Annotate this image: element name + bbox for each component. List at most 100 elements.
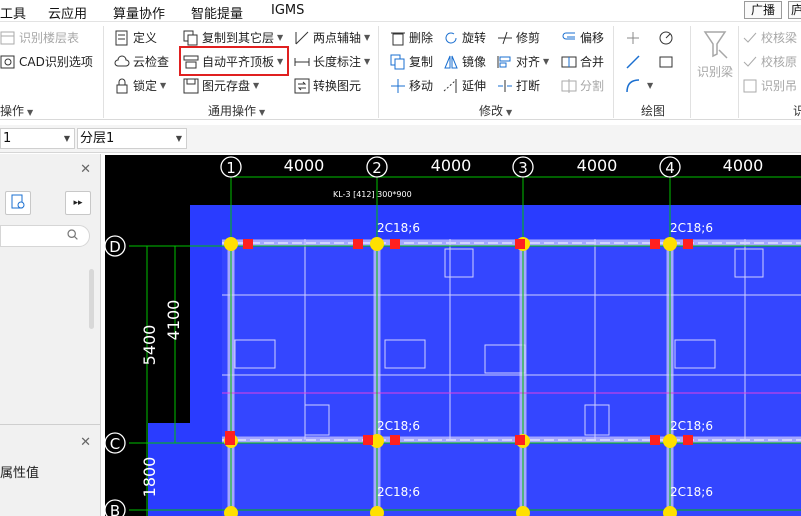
cad-options-button[interactable]: CAD识别选项 xyxy=(0,52,93,72)
break-button[interactable]: 打断 xyxy=(497,76,540,96)
menu-smart-extract[interactable]: 智能提量 xyxy=(191,3,243,22)
auto-flat-top-label: 自动平齐顶板 xyxy=(202,55,275,69)
auto-flat-top-button[interactable]: 自动平齐顶板 ▼ xyxy=(183,52,283,72)
verify-origin-button[interactable]: 校核原 xyxy=(742,52,797,72)
align-icon xyxy=(497,54,513,70)
search-input[interactable] xyxy=(0,225,90,247)
axis-icon xyxy=(294,30,310,46)
verify-beam-button[interactable]: 校核梁 xyxy=(742,28,797,48)
left-panel: ✕ ▸▸ ✕ 属性值 xyxy=(0,154,101,516)
menu-collaboration[interactable]: 算量协作 xyxy=(113,3,165,22)
expand-button[interactable]: ▸▸ xyxy=(65,191,91,215)
mirror-label: 镜像 xyxy=(462,55,487,69)
dimension-icon xyxy=(294,54,310,70)
ribbon-separator xyxy=(378,26,379,118)
delete-label: 删除 xyxy=(409,31,434,45)
cloud-check-button[interactable]: 云检查 xyxy=(114,52,169,72)
move-label: 移动 xyxy=(409,79,434,93)
menu-cloud-apps[interactable]: 云应用 xyxy=(48,3,87,22)
axis-label-1: 1 xyxy=(226,159,236,177)
delete-button[interactable]: 删除 xyxy=(390,28,433,48)
flat-top-icon xyxy=(183,54,199,70)
copy-button[interactable]: 复制 xyxy=(390,52,433,72)
new-element-button[interactable] xyxy=(5,191,31,215)
merge-button[interactable]: 合并 xyxy=(561,52,604,72)
cad-icon xyxy=(0,54,16,70)
group-label-operation[interactable]: 操作 ▼ xyxy=(0,102,33,119)
identify-hang-button[interactable]: 识别吊 xyxy=(742,76,797,96)
extend-label: 延伸 xyxy=(462,79,487,93)
element-save-label: 图元存盘 xyxy=(202,79,251,93)
copy-floor-icon xyxy=(183,30,199,46)
convert-element-button[interactable]: 转换图元 xyxy=(294,76,361,96)
draw-arc-button[interactable]: ▼ xyxy=(625,76,653,96)
chevron-down-icon: ▼ xyxy=(253,81,260,90)
identify-beam-button[interactable]: 识别梁 xyxy=(695,28,735,80)
broadcast-button[interactable]: 广播 xyxy=(744,1,783,19)
copy-to-other-floor-button[interactable]: 复制到其它层 ▼ xyxy=(183,28,283,48)
split-button[interactable]: 分割 xyxy=(561,76,604,96)
cloud-check-label: 云检查 xyxy=(133,55,170,69)
two-point-axis-button[interactable]: 两点辅轴 ▼ xyxy=(294,28,370,48)
dim-top-4: 4000 xyxy=(723,156,764,175)
dim-top-2: 4000 xyxy=(431,156,472,175)
dim-left-4100: 4100 xyxy=(164,300,183,341)
element-type-value: 1 xyxy=(3,131,12,146)
floor-value: 分层1 xyxy=(80,131,115,146)
cloud-check-icon xyxy=(114,54,130,70)
group-label-modify[interactable]: 修改 ▼ xyxy=(479,102,512,119)
arc-icon xyxy=(625,78,641,94)
axis-label-2: 2 xyxy=(372,159,382,177)
element-type-combo[interactable]: 1 ▼ xyxy=(0,128,75,149)
draw-rect-button[interactable] xyxy=(658,52,677,72)
close-icon[interactable]: ✕ xyxy=(80,435,91,450)
search-icon xyxy=(66,228,79,244)
verify-beam-label: 校核梁 xyxy=(761,31,798,45)
draw-point-button[interactable] xyxy=(625,28,644,48)
merge-label: 合并 xyxy=(580,55,605,69)
panel-divider xyxy=(0,424,101,425)
menu-igms[interactable]: IGMS xyxy=(271,3,304,18)
ribbon-separator xyxy=(613,26,614,118)
define-icon xyxy=(114,30,130,46)
define-button[interactable]: 定义 xyxy=(114,28,157,48)
extend-button[interactable]: 延伸 xyxy=(443,76,486,96)
floor-combo[interactable]: 分层1 ▼ xyxy=(77,128,187,149)
close-icon[interactable]: ✕ xyxy=(80,162,91,177)
rotate-button[interactable]: 旋转 xyxy=(443,28,486,48)
drawing-canvas[interactable]: 1 2 3 4 D C B 4000 4000 4000 4000 5400 4… xyxy=(105,155,801,516)
mirror-button[interactable]: 镜像 xyxy=(443,52,486,72)
beam-label: 2C18;6 xyxy=(377,221,420,235)
offset-button[interactable]: 偏移 xyxy=(561,28,604,48)
mirror-icon xyxy=(443,54,459,70)
element-save-button[interactable]: 图元存盘 ▼ xyxy=(183,76,259,96)
beam-label: 2C18;6 xyxy=(670,419,713,433)
beam-label: 2C18;6 xyxy=(670,221,713,235)
dim-top-1: 4000 xyxy=(284,156,325,175)
chevron-down-icon: ▼ xyxy=(160,81,167,90)
group-label-general[interactable]: 通用操作 ▼ xyxy=(208,102,265,119)
dim-top-3: 4000 xyxy=(577,156,618,175)
length-dim-button[interactable]: 长度标注 ▼ xyxy=(294,52,370,72)
chevron-down-icon: ▼ xyxy=(364,33,371,42)
move-button[interactable]: 移动 xyxy=(390,76,433,96)
property-value-header: 属性值 xyxy=(0,466,40,481)
trim-label: 修剪 xyxy=(516,31,541,45)
beam-note: KL-3 [412] 300*900 xyxy=(333,190,412,199)
modify-label-text: 修改 xyxy=(479,104,504,118)
draw-line-button[interactable] xyxy=(625,52,644,72)
scrollbar[interactable] xyxy=(89,269,94,329)
offset-label: 偏移 xyxy=(580,31,605,45)
circle-icon xyxy=(658,30,674,46)
trim-button[interactable]: 修剪 xyxy=(497,28,540,48)
beam-label: 2C18;6 xyxy=(377,485,420,499)
double-chevron-right-icon: ▸▸ xyxy=(73,198,83,208)
identify-floor-table-button[interactable]: 识别楼层表 xyxy=(0,28,79,48)
beam-label: 2C18;6 xyxy=(377,419,420,433)
menu-tools[interactable]: 工具 xyxy=(0,3,26,22)
chevron-down-icon: ▼ xyxy=(647,81,654,90)
lock-button[interactable]: 锁定 ▼ xyxy=(114,76,166,96)
draw-circle-button[interactable] xyxy=(658,28,677,48)
align-button[interactable]: 对齐 ▼ xyxy=(497,52,549,72)
extra-button[interactable]: 庐 xyxy=(788,1,801,19)
